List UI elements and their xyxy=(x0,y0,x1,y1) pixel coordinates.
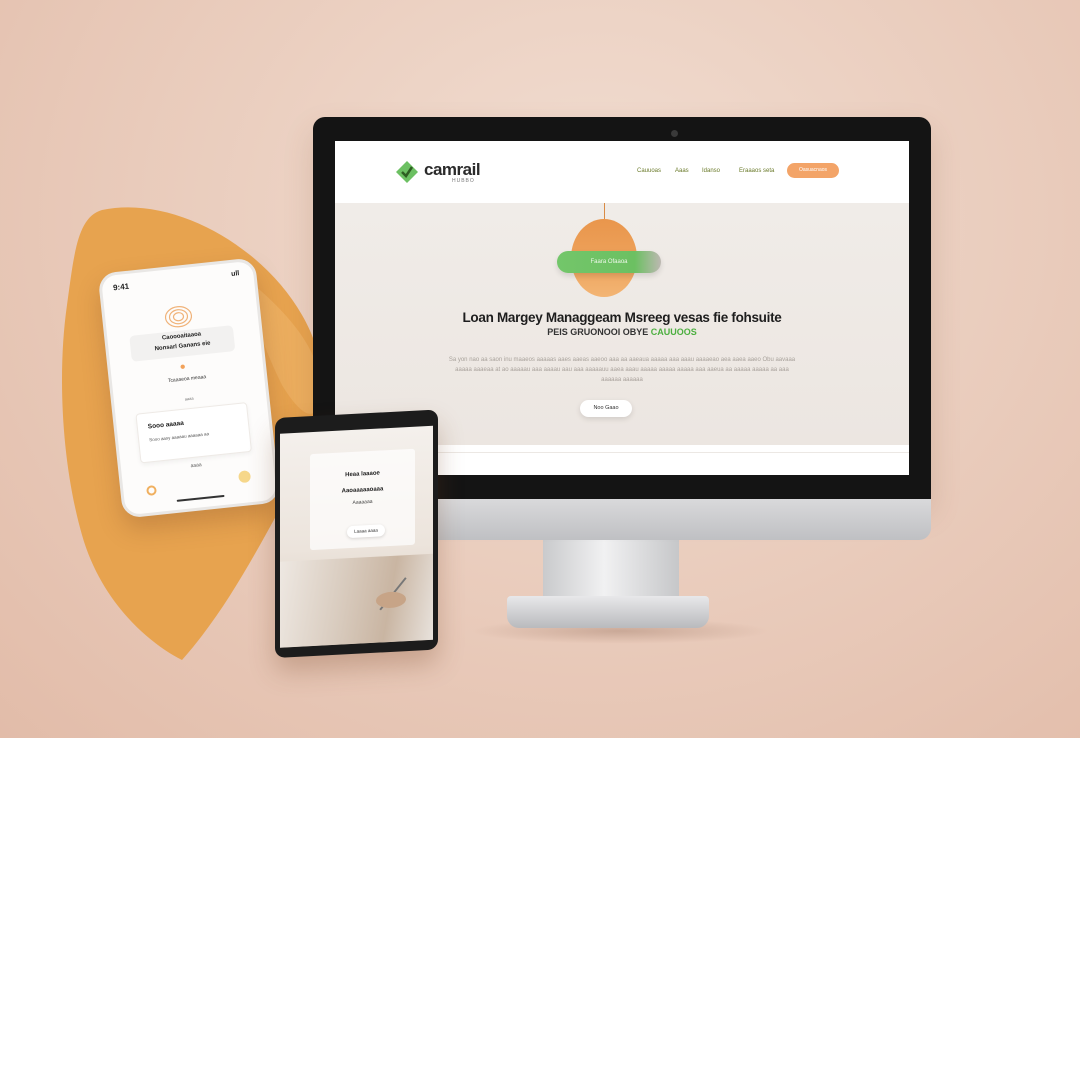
tablet-screen: Heaa laaaoe Aaoaaaaaoaaa Aaaaaaa Laaaa a… xyxy=(280,425,433,648)
mobile-phone: 9:41 ull Caoooaitaaoa Nonsarl Ganans eie… xyxy=(97,257,281,519)
tablet-title: Heaa laaaoe xyxy=(345,470,380,479)
nav-item-3[interactable]: Idanso xyxy=(702,168,720,174)
tablet-device: Heaa laaaoe Aaoaaaaaoaaa Aaaaaaa Laaaa a… xyxy=(275,409,438,658)
site-header: camrail HUBBO Cauuoas Aaas Idanso Eraaao… xyxy=(335,141,909,204)
phone-card-title: Sooo aaaaa xyxy=(147,419,185,431)
tablet-subtitle: Aaoaaaaaoaaa xyxy=(341,486,384,495)
phone-content-card[interactable]: Sooo aaaaa Sooo aasy aaaaau aaaaaa aa xyxy=(135,402,253,464)
phone-status-time: 9:41 xyxy=(112,281,130,293)
phone-text-line1: Tcaaaeoa meaaa xyxy=(167,374,207,385)
phone-status-signal: ull xyxy=(230,270,240,278)
nav-item-2[interactable]: Aaas xyxy=(675,168,689,174)
hero-section: Faara Ofaaoa Loan Margey Managgeam Msree… xyxy=(335,203,909,445)
monitor-stand-neck xyxy=(543,540,679,600)
hero-description: Sa yon nao aa saon inu maaeos aaaaas aae… xyxy=(448,357,796,383)
phone-header-card[interactable]: Caoooaitaaoa Nonsarl Ganans eie xyxy=(129,325,236,362)
phone-tab-home-icon[interactable] xyxy=(146,484,158,496)
logo-text[interactable]: camrail xyxy=(424,160,481,180)
camera-icon xyxy=(671,130,678,137)
phone-home-indicator xyxy=(176,494,225,502)
tablet-hero-panel: Heaa laaaoe Aaoaaaaaoaaa Aaaaaaa Laaaa a… xyxy=(310,448,415,551)
phone-tab-profile-icon[interactable] xyxy=(237,470,252,484)
tablet-photo-image xyxy=(280,553,433,648)
monitor-stand-foot xyxy=(507,596,709,628)
phone-screen: 9:41 ull Caoooaitaaoa Nonsarl Ganans eie… xyxy=(97,257,281,519)
logo-check-icon xyxy=(396,161,418,183)
footer-divider xyxy=(435,452,909,453)
hero-pill-badge[interactable]: Faara Ofaaoa xyxy=(557,251,661,273)
nav-item-1[interactable]: Cauuoas xyxy=(637,168,661,174)
tablet-text: Aaaaaaa xyxy=(352,498,373,506)
nav-cta-button[interactable]: Oasuacnaos xyxy=(787,163,839,178)
hero-title: Loan Margey Managgeam Msreeg vesas fie f… xyxy=(462,310,782,325)
hero-subtitle-dark: PEIS GRUONOOI OBYE xyxy=(547,327,649,337)
hero-button[interactable]: Noo Gaao xyxy=(580,400,632,417)
hero-subtitle-accent: CAUUOOS xyxy=(650,327,697,337)
flame-icon: ● xyxy=(179,361,187,373)
hand-image xyxy=(376,591,406,609)
tablet-bezel: Heaa laaaoe Aaoaaaaaoaaa Aaaaaaa Laaaa a… xyxy=(275,409,438,658)
logo-subtitle: HUBBO xyxy=(452,178,475,184)
rings-logo-icon xyxy=(164,306,193,328)
tablet-button[interactable]: Laaaa aaaa xyxy=(347,524,385,539)
nav-item-4[interactable]: Eraaaos seta xyxy=(739,168,774,174)
phone-card-subtitle: Sooo aasy aaaaau aaaaaa aa xyxy=(148,431,210,443)
hero-scene: camrail HUBBO Cauuoas Aaas Idanso Eraaao… xyxy=(0,0,1080,738)
pendant-cord xyxy=(604,203,605,219)
hero-subtitle: PEIS GRUONOOI OBYE CAUUOOS xyxy=(335,327,909,337)
